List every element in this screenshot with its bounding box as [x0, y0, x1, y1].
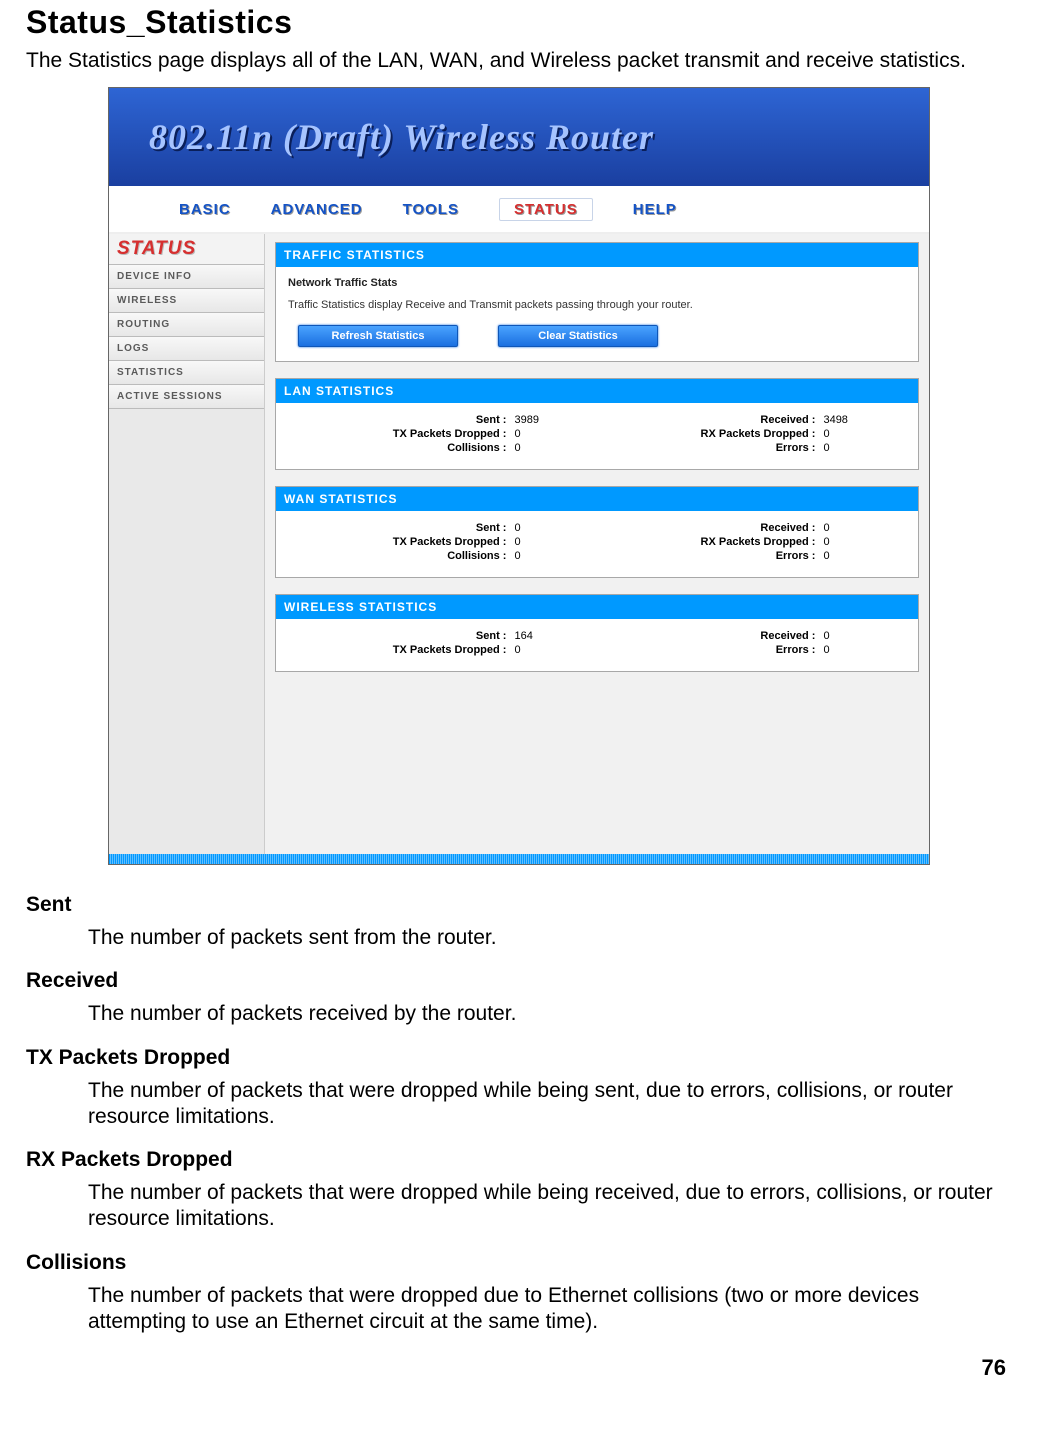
main-content: TRAFFIC STATISTICS Network Traffic Stats… [265, 234, 929, 854]
lan-txdrop-label: TX Packets Dropped : [288, 427, 510, 441]
wan-sent-value: 0 [510, 521, 597, 535]
def-desc-sent: The number of packets sent from the rout… [88, 925, 1012, 951]
wireless-received-label: Received : [597, 629, 819, 643]
sidebar-item-statistics[interactable]: STATISTICS [109, 361, 264, 385]
network-traffic-stats-subtitle: Network Traffic Stats [288, 277, 906, 289]
lan-sent-value: 3989 [510, 413, 597, 427]
def-term-tx-dropped: TX Packets Dropped [26, 1046, 1012, 1070]
def-desc-collisions: The number of packets that were dropped … [88, 1283, 1012, 1336]
page-number: 76 [26, 1341, 1012, 1381]
wan-stats-table: Sent : 0 Received : 0 TX Packets Dropped… [288, 521, 906, 563]
definitions: Sent The number of packets sent from the… [26, 893, 1012, 1335]
page-title: Status_Statistics [26, 4, 1012, 41]
wan-txdrop-value: 0 [510, 535, 597, 549]
wan-collisions-value: 0 [510, 549, 597, 563]
wireless-received-value: 0 [819, 629, 906, 643]
screenshot-footer-divider [109, 854, 929, 864]
def-desc-received: The number of packets received by the ro… [88, 1001, 1012, 1027]
lan-rxdrop-value: 0 [819, 427, 906, 441]
lan-txdrop-value: 0 [510, 427, 597, 441]
lan-statistics-title: LAN STATISTICS [276, 379, 918, 403]
lan-collisions-value: 0 [510, 441, 597, 455]
lan-errors-label: Errors : [597, 441, 819, 455]
def-desc-rx-dropped: The number of packets that were dropped … [88, 1180, 1012, 1233]
wan-statistics-panel: WAN STATISTICS Sent : 0 Received : 0 [275, 486, 919, 578]
page-intro: The Statistics page displays all of the … [26, 49, 1012, 73]
wan-txdrop-label: TX Packets Dropped : [288, 535, 510, 549]
wan-received-value: 0 [819, 521, 906, 535]
def-term-rx-dropped: RX Packets Dropped [26, 1148, 1012, 1172]
lan-rxdrop-label: RX Packets Dropped : [597, 427, 819, 441]
traffic-statistics-panel: TRAFFIC STATISTICS Network Traffic Stats… [275, 242, 919, 362]
wan-rxdrop-label: RX Packets Dropped : [597, 535, 819, 549]
def-term-collisions: Collisions [26, 1251, 1012, 1275]
nav-advanced[interactable]: ADVANCED [271, 201, 363, 218]
wireless-txdrop-label: TX Packets Dropped : [288, 643, 510, 657]
wan-statistics-title: WAN STATISTICS [276, 487, 918, 511]
wireless-txdrop-value: 0 [510, 643, 597, 657]
refresh-statistics-button[interactable]: Refresh Statistics [298, 325, 458, 347]
wan-sent-label: Sent : [288, 521, 510, 535]
lan-collisions-label: Collisions : [288, 441, 510, 455]
wireless-sent-value: 164 [510, 629, 597, 643]
lan-sent-label: Sent : [288, 413, 510, 427]
wan-received-label: Received : [597, 521, 819, 535]
wireless-statistics-panel: WIRELESS STATISTICS Sent : 164 Received … [275, 594, 919, 672]
def-term-sent: Sent [26, 893, 1012, 917]
sidebar-item-routing[interactable]: ROUTING [109, 313, 264, 337]
wireless-errors-value: 0 [819, 643, 906, 657]
sidebar-item-wireless[interactable]: WIRELESS [109, 289, 264, 313]
lan-statistics-panel: LAN STATISTICS Sent : 3989 Received : 34… [275, 378, 919, 470]
lan-stats-table: Sent : 3989 Received : 3498 TX Packets D… [288, 413, 906, 455]
def-desc-tx-dropped: The number of packets that were dropped … [88, 1078, 1012, 1131]
router-admin-screenshot: 802.11n (Draft) Wireless Router BASIC AD… [108, 87, 930, 865]
wan-rxdrop-value: 0 [819, 535, 906, 549]
lan-received-label: Received : [597, 413, 819, 427]
sidebar-header: STATUS [109, 234, 264, 265]
wireless-stats-table: Sent : 164 Received : 0 TX Packets Dropp… [288, 629, 906, 657]
lan-errors-value: 0 [819, 441, 906, 455]
clear-statistics-button[interactable]: Clear Statistics [498, 325, 658, 347]
router-header-title: 802.11n (Draft) Wireless Router [149, 116, 654, 158]
wireless-statistics-title: WIRELESS STATISTICS [276, 595, 918, 619]
nav-basic[interactable]: BASIC [179, 201, 231, 218]
router-header: 802.11n (Draft) Wireless Router [109, 88, 929, 186]
wireless-errors-label: Errors : [597, 643, 819, 657]
nav-tools[interactable]: TOOLS [403, 201, 459, 218]
sidebar-item-logs[interactable]: LOGS [109, 337, 264, 361]
wan-collisions-label: Collisions : [288, 549, 510, 563]
nav-status-label: STATUS [514, 201, 578, 218]
traffic-statistics-title: TRAFFIC STATISTICS [276, 243, 918, 267]
lan-received-value: 3498 [819, 413, 906, 427]
nav-help[interactable]: HELP [633, 201, 677, 218]
sidebar-item-active-sessions[interactable]: ACTIVE SESSIONS [109, 385, 264, 409]
network-traffic-stats-desc: Traffic Statistics display Receive and T… [288, 299, 906, 311]
sidebar-item-device-info[interactable]: DEVICE INFO [109, 265, 264, 289]
sidebar: STATUS DEVICE INFO WIRELESS ROUTING LOGS… [109, 234, 265, 854]
top-nav: BASIC ADVANCED TOOLS STATUS HELP [109, 186, 929, 234]
nav-status[interactable]: STATUS [499, 198, 593, 221]
wan-errors-label: Errors : [597, 549, 819, 563]
wireless-sent-label: Sent : [288, 629, 510, 643]
def-term-received: Received [26, 969, 1012, 993]
wan-errors-value: 0 [819, 549, 906, 563]
